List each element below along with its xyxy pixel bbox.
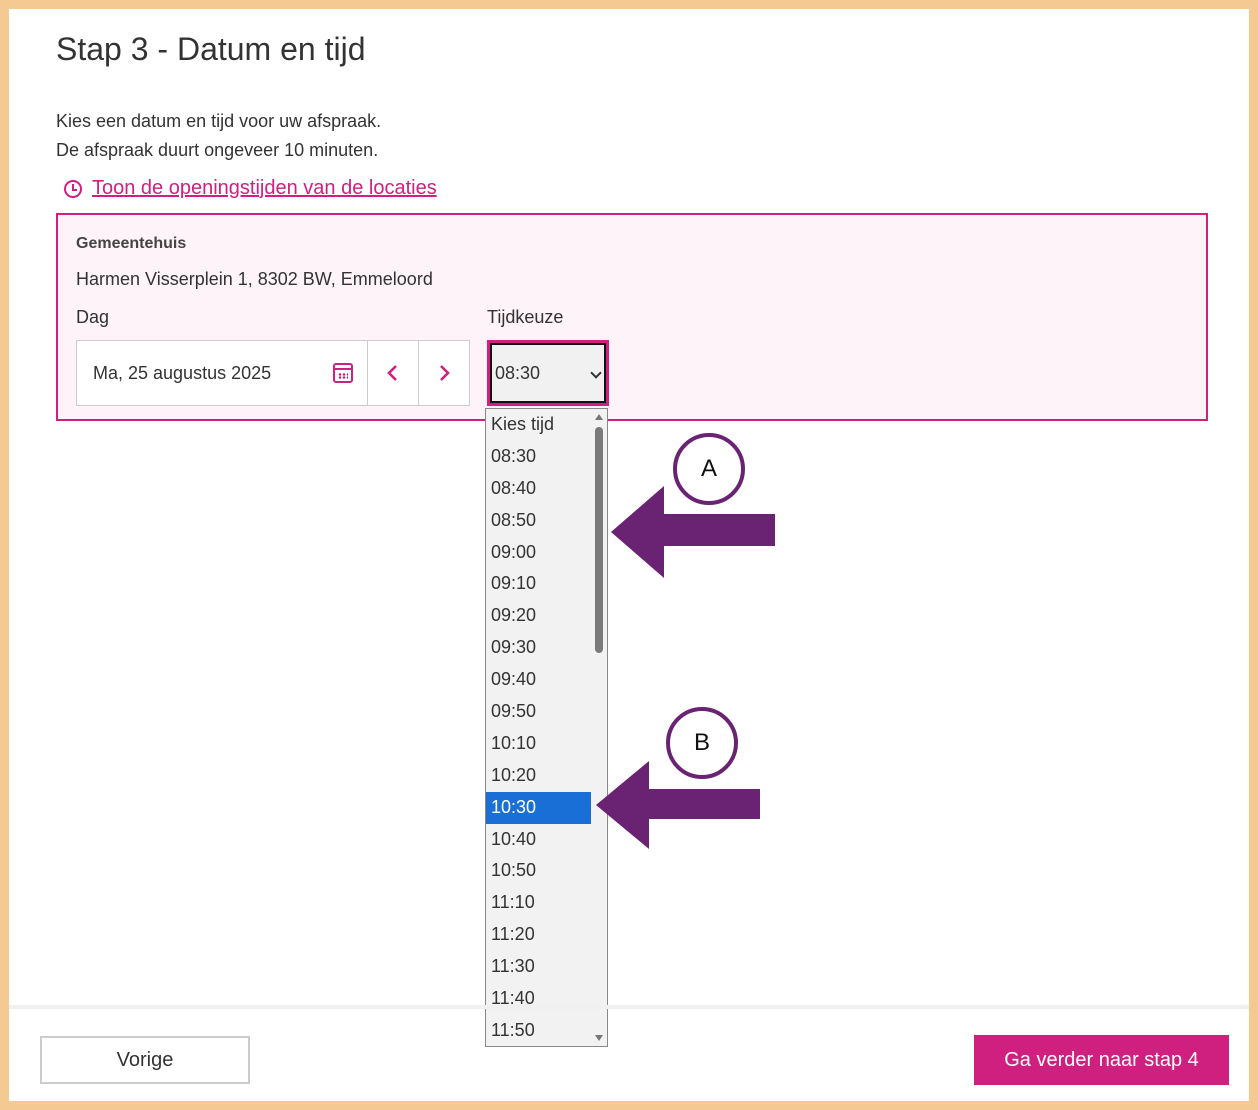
next-step-button[interactable]: Ga verder naar stap 4 bbox=[974, 1035, 1229, 1085]
time-dropdown[interactable]: Kies tijd 08:30 08:40 08:50 09:00 09:10 09:20 0… bbox=[485, 408, 608, 1047]
page-title: Stap 3 - Datum en tijd bbox=[56, 31, 366, 67]
day-label: Dag bbox=[76, 307, 110, 327]
time-option[interactable]: Kies tijd bbox=[486, 409, 592, 441]
time-select[interactable]: 08:30 bbox=[487, 340, 609, 406]
time-options-list: Kies tijd 08:30 08:40 08:50 09:00 09:10 09:20 0… bbox=[486, 409, 592, 1046]
appointment-page: Stap 3 - Datum en tijd Kies een datum en… bbox=[9, 9, 1249, 1101]
scroll-down-icon[interactable] bbox=[595, 1035, 603, 1041]
time-option[interactable]: 11:10 bbox=[486, 887, 592, 919]
footer-divider bbox=[9, 1005, 1249, 1009]
intro-text: Kies een datum en tijd voor uw afspraak.… bbox=[56, 107, 381, 165]
time-option[interactable]: 08:50 bbox=[486, 505, 592, 537]
time-option[interactable]: 10:10 bbox=[486, 728, 592, 760]
scrollbar-thumb[interactable] bbox=[595, 427, 603, 653]
location-name: Gemeentehuis bbox=[76, 235, 187, 252]
chevron-down-icon bbox=[590, 367, 602, 379]
time-select-field: 08:30 bbox=[490, 343, 606, 403]
location-box: Gemeentehuis Harmen Visserplein 1, 8302 … bbox=[56, 213, 1208, 421]
time-option[interactable]: 10:30 bbox=[486, 791, 592, 824]
intro-line-2: De afspraak duurt ongeveer 10 minuten. bbox=[56, 140, 379, 160]
time-option[interactable]: 09:00 bbox=[486, 537, 592, 569]
time-option[interactable]: 11:20 bbox=[486, 919, 592, 951]
time-option[interactable]: 09:10 bbox=[486, 568, 592, 600]
location-address: Harmen Visserplein 1, 8302 BW, Emmeloord bbox=[76, 269, 433, 289]
annotation-a-badge: A bbox=[673, 433, 745, 505]
intro-line-1: Kies een datum en tijd voor uw afspraak. bbox=[56, 111, 382, 131]
dropdown-scrollbar[interactable] bbox=[591, 409, 607, 1046]
date-field[interactable]: Ma, 25 augustus 2025 bbox=[76, 340, 368, 406]
time-option[interactable]: 11:30 bbox=[486, 951, 592, 983]
time-option[interactable]: 09:20 bbox=[486, 600, 592, 632]
time-option[interactable]: 10:40 bbox=[486, 824, 592, 856]
previous-day-button[interactable] bbox=[367, 340, 419, 406]
time-option[interactable]: 11:40 bbox=[486, 983, 592, 1015]
chevron-left-icon bbox=[387, 365, 397, 381]
opening-hours-link[interactable]: Toon de openingstijden van de locaties bbox=[64, 177, 437, 200]
time-option[interactable]: 09:40 bbox=[486, 664, 592, 696]
time-option[interactable]: 08:30 bbox=[486, 441, 592, 473]
calendar-icon[interactable] bbox=[333, 363, 353, 383]
opening-hours-link-label: Toon de openingstijden van de locaties bbox=[92, 177, 437, 199]
annotation-b-badge: B bbox=[666, 707, 738, 779]
chevron-right-icon bbox=[440, 365, 450, 381]
time-option[interactable]: 10:50 bbox=[486, 855, 592, 887]
time-option[interactable]: 08:40 bbox=[486, 473, 592, 505]
time-select-value: 08:30 bbox=[495, 362, 541, 383]
date-value: Ma, 25 augustus 2025 bbox=[93, 362, 272, 383]
clock-icon bbox=[64, 179, 82, 198]
annotation-b-arrow-icon bbox=[596, 761, 760, 849]
time-label: Tijdkeuze bbox=[487, 307, 564, 327]
time-option[interactable]: 09:30 bbox=[486, 632, 592, 664]
next-day-button[interactable] bbox=[418, 340, 470, 406]
time-option[interactable]: 11:50 bbox=[486, 1015, 592, 1046]
time-option[interactable]: 10:20 bbox=[486, 760, 592, 792]
previous-button[interactable]: Vorige bbox=[40, 1036, 250, 1084]
time-option[interactable]: 09:50 bbox=[486, 696, 592, 728]
scroll-up-icon[interactable] bbox=[595, 414, 603, 420]
